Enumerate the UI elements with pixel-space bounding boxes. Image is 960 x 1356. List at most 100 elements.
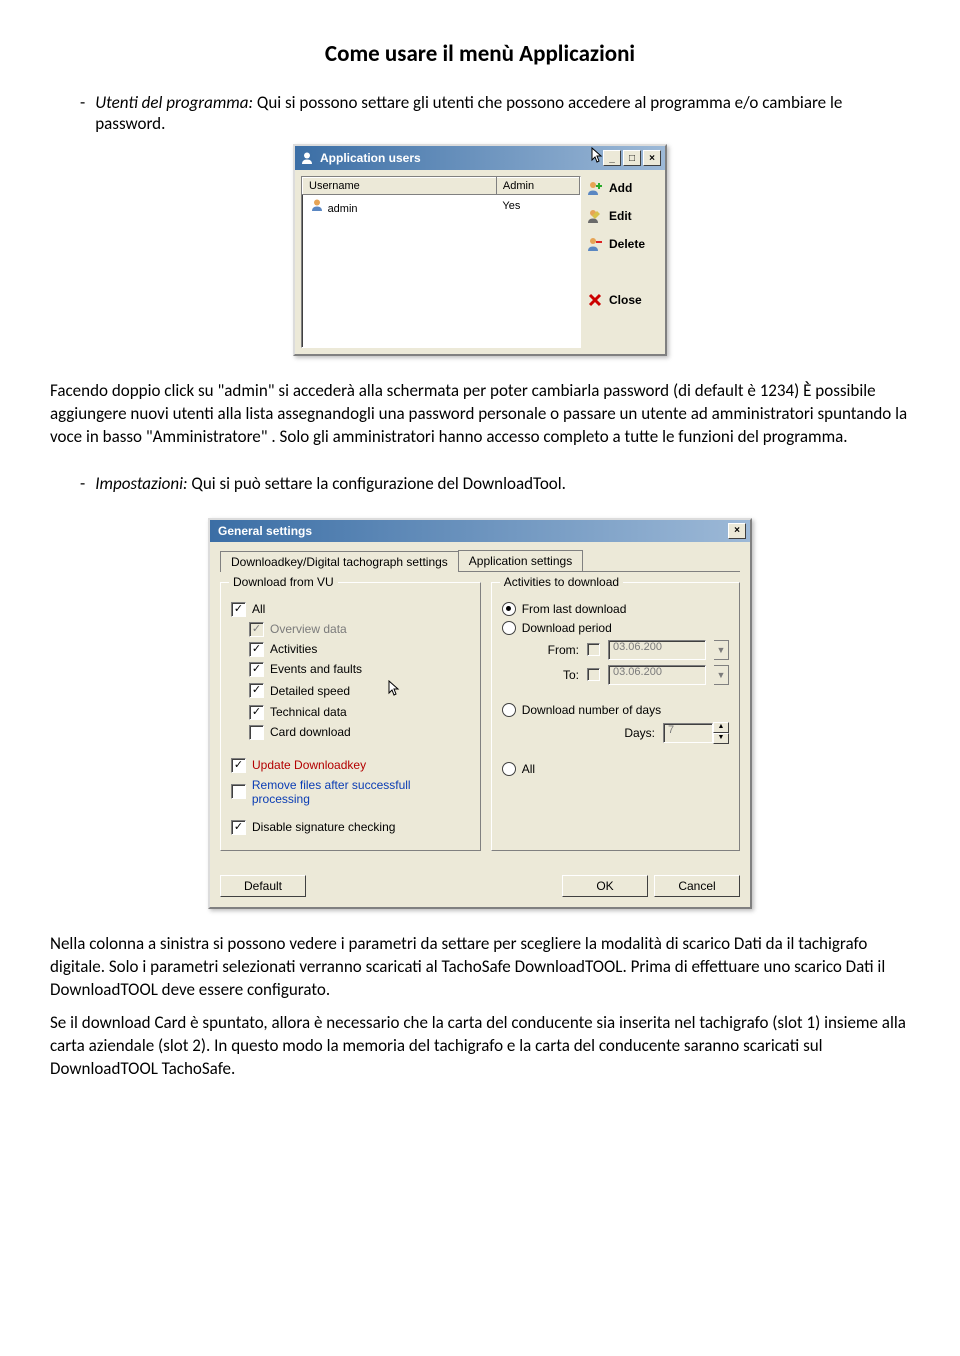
add-label: Add: [609, 181, 632, 195]
col-username[interactable]: Username: [303, 178, 497, 195]
cursor-icon: [591, 147, 605, 165]
cancel-button[interactable]: Cancel: [654, 875, 740, 897]
group-legend: Activities to download: [500, 575, 623, 589]
cursor-icon: [388, 680, 402, 698]
bullet-utenti: - Utenti del programma: Qui si possono s…: [80, 92, 910, 134]
window-buttons: _ □ ×: [603, 150, 661, 166]
checkbox-remove-files[interactable]: Remove files after successfull processin…: [231, 778, 470, 806]
checkbox-all[interactable]: ✓ All: [231, 602, 470, 617]
radio-number-of-days[interactable]: Download number of days: [502, 703, 729, 717]
window-title: General settings: [214, 524, 728, 538]
paragraph-card-explain: Se il download Card è spuntato, allora è…: [50, 1012, 910, 1081]
radio-all[interactable]: All: [502, 762, 729, 776]
days-label: Days:: [624, 726, 655, 740]
checkbox-label: Events and faults: [270, 662, 362, 676]
radio-label: From last download: [522, 602, 627, 616]
checkbox-technical[interactable]: ✓ Technical data: [249, 705, 470, 720]
checkbox-label: Technical data: [270, 705, 347, 719]
group-activities-to-download: Activities to download From last downloa…: [491, 582, 740, 851]
edit-button[interactable]: Edit: [587, 208, 659, 224]
delete-button[interactable]: Delete: [587, 236, 659, 252]
checkbox-label: Remove files after successfull processin…: [252, 778, 470, 806]
paragraph-columns-explain: Nella colonna a sinistra si possono vede…: [50, 933, 910, 1002]
cell-username: admin: [328, 203, 358, 215]
spin-down: ▼: [713, 733, 729, 744]
impostazioni-prefix: Impostazioni:: [95, 473, 187, 494]
to-date-input: 03.06.200: [608, 665, 706, 685]
bullet-impostazioni: - Impostazioni: Qui si può settare la co…: [80, 473, 910, 494]
to-row: To: 03.06.200 ▼: [502, 665, 729, 685]
checkbox-label: Activities: [270, 642, 317, 656]
general-settings-window: General settings × Downloadkey/Digital t…: [208, 518, 752, 909]
checkbox-label: Disable signature checking: [252, 820, 395, 834]
tab-application-settings[interactable]: Application settings: [458, 550, 583, 571]
add-user-icon: [587, 180, 603, 196]
radio-label: Download number of days: [522, 703, 661, 717]
bullet-text: Impostazioni: Qui si può settare la conf…: [95, 473, 910, 494]
window-buttons: ×: [728, 523, 746, 539]
user-row-icon: [309, 197, 325, 213]
window-title: Application users: [320, 151, 589, 165]
spinner-buttons: ▲ ▼: [713, 722, 729, 744]
checkbox-detailed-speed[interactable]: ✓ Detailed speed: [249, 682, 470, 700]
checkbox-disable-signature[interactable]: ✓ Disable signature checking: [231, 820, 470, 835]
add-button[interactable]: Add: [587, 180, 659, 196]
days-input: 7: [663, 723, 713, 743]
edit-label: Edit: [609, 209, 632, 223]
tab-downloadkey[interactable]: Downloadkey/Digital tachograph settings: [220, 551, 459, 572]
checkbox-label: All: [252, 602, 265, 616]
tabs: Downloadkey/Digital tachograph settings …: [220, 550, 740, 572]
radio-label: All: [522, 762, 535, 776]
checkbox-events[interactable]: ✓ Events and faults: [249, 662, 470, 677]
group-legend: Download from VU: [229, 575, 338, 589]
delete-user-icon: [587, 236, 603, 252]
bullet-dash: -: [80, 473, 85, 494]
close-label: Close: [609, 293, 642, 307]
paragraph-admin-explain: Facendo doppio click su "admin" si acced…: [50, 380, 910, 449]
spin-up: ▲: [713, 722, 729, 733]
users-list[interactable]: Username Admin admin Yes: [301, 176, 581, 348]
from-label: From:: [548, 643, 579, 657]
bullet-text: Utenti del programma: Qui si possono set…: [95, 92, 910, 134]
close-button[interactable]: ×: [643, 150, 661, 166]
cell-admin: Yes: [496, 195, 579, 218]
days-row: Days: 7 ▲ ▼: [502, 722, 729, 744]
dropdown-icon: ▼: [714, 665, 729, 685]
from-row: From: 03.06.200 ▼: [502, 640, 729, 660]
checkbox-update-downloadkey[interactable]: ✓ Update Downloadkey: [231, 758, 470, 773]
close-icon: [587, 292, 603, 308]
titlebar[interactable]: Application users _ □ ×: [295, 146, 665, 170]
default-button[interactable]: Default: [220, 875, 306, 897]
titlebar[interactable]: General settings ×: [210, 520, 750, 542]
checkbox-label: Overview data: [270, 622, 347, 636]
radio-from-last[interactable]: From last download: [502, 602, 729, 616]
minimize-button[interactable]: _: [603, 150, 621, 166]
ok-button[interactable]: OK: [562, 875, 648, 897]
close-action-button[interactable]: Close: [587, 292, 659, 308]
radio-period[interactable]: Download period: [502, 621, 729, 635]
checkbox-label: Detailed speed: [270, 684, 350, 698]
dropdown-icon: ▼: [714, 640, 729, 660]
utenti-prefix: Utenti del programma:: [95, 92, 253, 113]
bullet-dash: -: [80, 92, 85, 134]
from-checkbox: [587, 643, 600, 656]
to-label: To:: [563, 668, 579, 682]
checkbox-overview: ✓ Overview data: [249, 622, 470, 637]
application-users-window: Application users _ □ × Username Admin: [293, 144, 667, 356]
col-admin[interactable]: Admin: [496, 178, 579, 195]
checkbox-activities[interactable]: ✓ Activities: [249, 642, 470, 657]
group-download-from-vu: Download from VU ✓ All ✓ Overview data ✓…: [220, 582, 481, 851]
table-row[interactable]: admin Yes: [303, 195, 580, 218]
table-header-row: Username Admin: [303, 178, 580, 195]
from-date-input: 03.06.200: [608, 640, 706, 660]
edit-user-icon: [587, 208, 603, 224]
impostazioni-rest: Qui si può settare la configurazione del…: [188, 473, 566, 494]
close-button[interactable]: ×: [728, 523, 746, 539]
page-title: Come usare il menù Applicazioni: [50, 40, 910, 68]
radio-label: Download period: [522, 621, 612, 635]
user-icon: [299, 150, 315, 166]
delete-label: Delete: [609, 237, 645, 251]
checkbox-card-download[interactable]: Card download: [249, 725, 470, 740]
checkbox-label: Update Downloadkey: [252, 758, 366, 772]
maximize-button[interactable]: □: [623, 150, 641, 166]
